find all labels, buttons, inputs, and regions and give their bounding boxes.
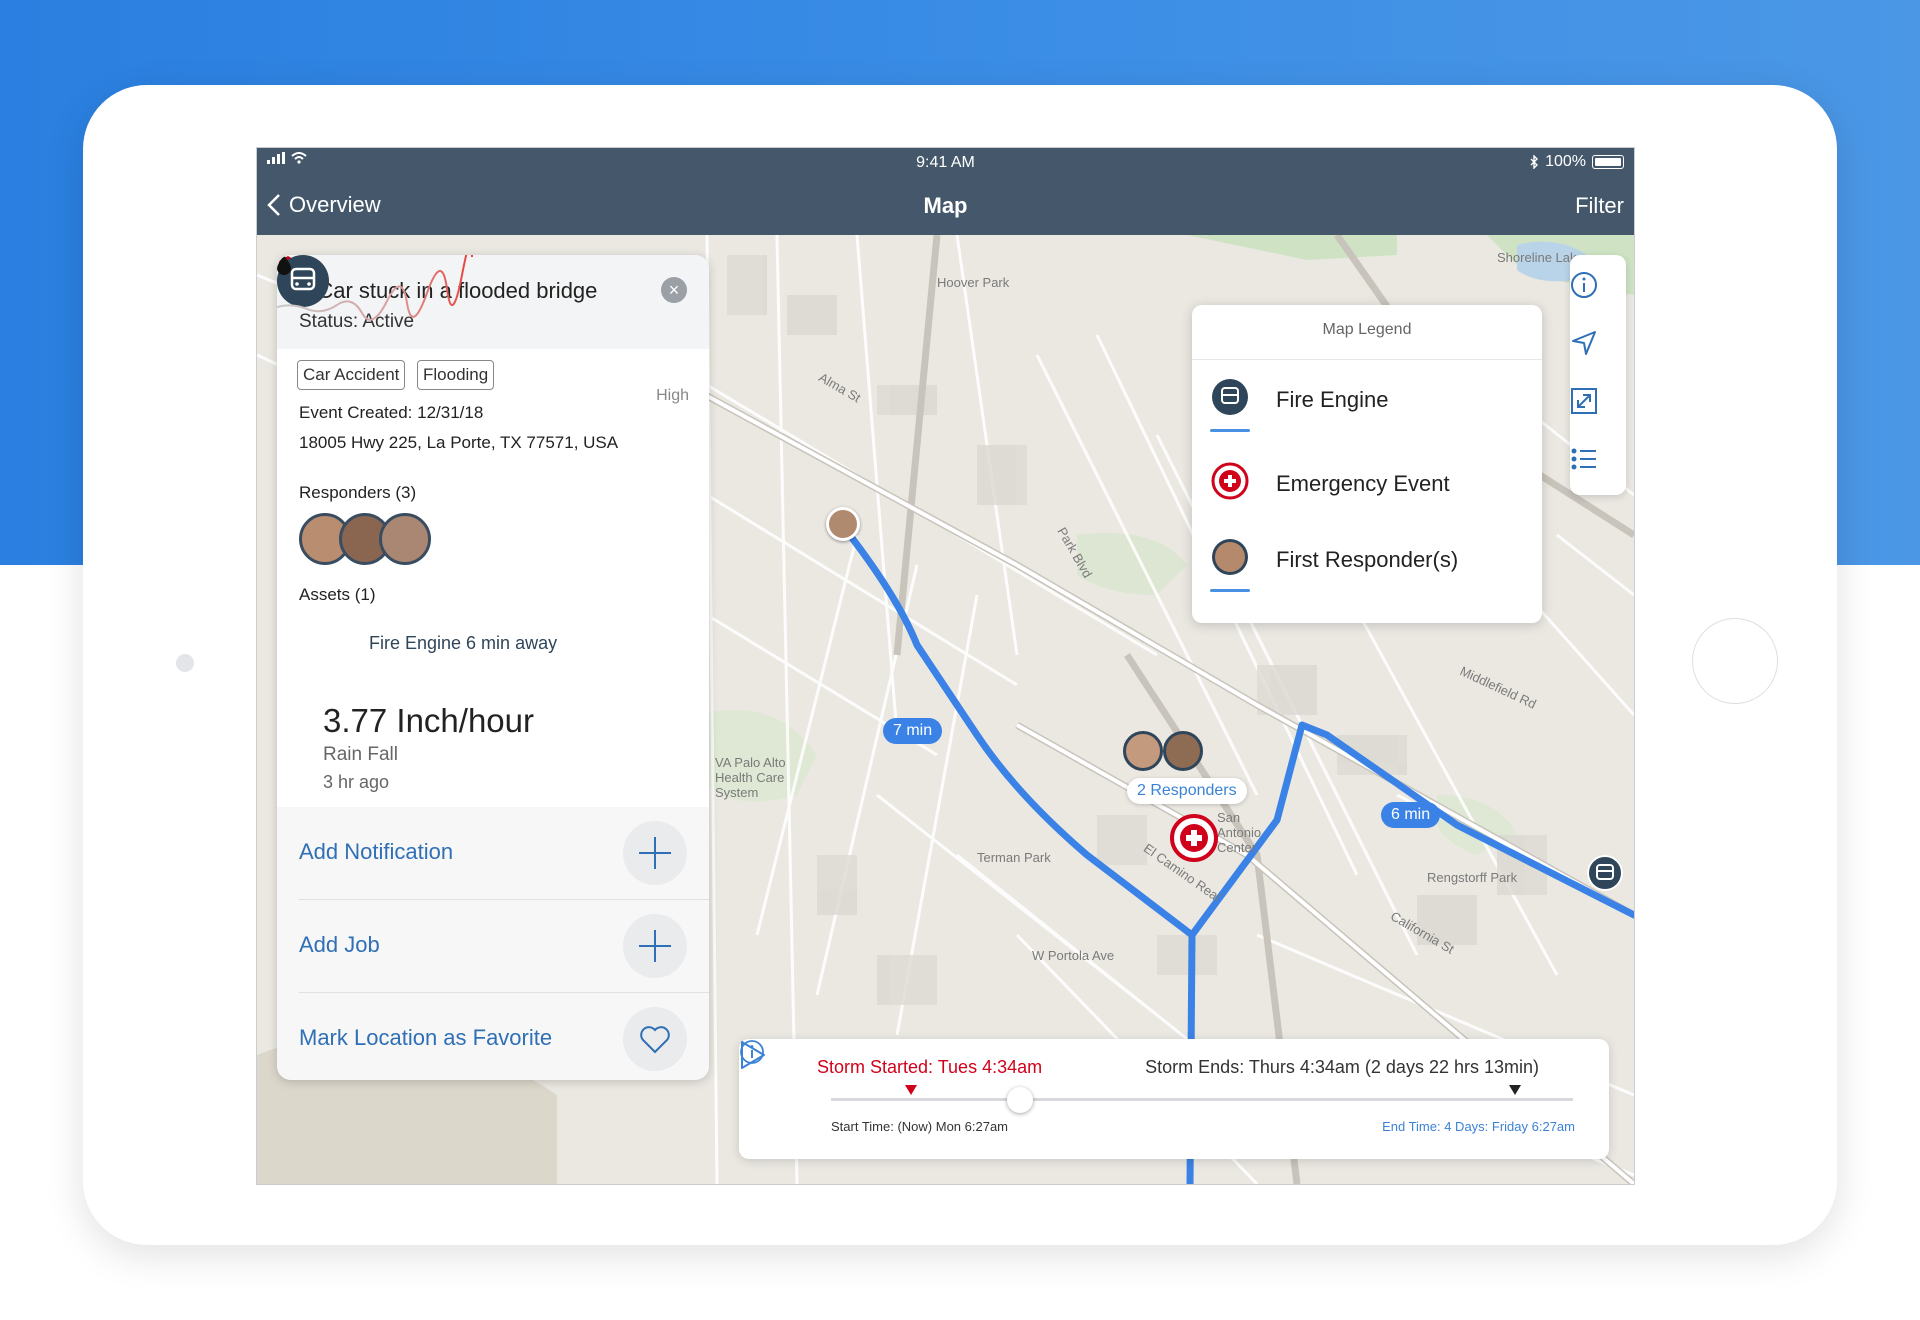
storm-timeline: Storm Started: Tues 4:34am Storm Ends: T… [739, 1039, 1609, 1159]
favorite-button[interactable] [623, 1007, 687, 1071]
rainfall-sparkline [277, 255, 473, 321]
tag-flooding: Flooding [417, 360, 495, 390]
legend-label: Emergency Event [1276, 471, 1450, 496]
map-view[interactable]: Hoover Park VA Palo Alto Health Care Sys… [257, 235, 1634, 1184]
fire-engine-pin[interactable] [1587, 855, 1623, 891]
tag-car-accident: Car Accident [297, 360, 406, 390]
legend-label: First Responder(s) [1276, 547, 1459, 572]
map-legend-popover: Map Legend Fire Engine Emergency Event F… [1192, 305, 1542, 623]
event-created: Event Created: 12/31/18 [299, 403, 484, 422]
legend-underline [1210, 429, 1250, 432]
clock: 9:41 AM [916, 154, 975, 171]
legend-item-fire-engine: Fire Engine [1210, 377, 1540, 437]
map-label: Terman Park [977, 850, 1051, 865]
battery-percent: 100% [1545, 153, 1586, 170]
storm-end-marker [1509, 1085, 1521, 1095]
home-button[interactable] [1692, 618, 1778, 704]
add-notification-button[interactable] [623, 821, 687, 885]
action-label: Mark Location as Favorite [299, 1025, 553, 1050]
add-job-row[interactable]: Add Job [299, 900, 687, 992]
responder-pin[interactable] [1123, 731, 1163, 771]
route-time-label: 6 min [1381, 802, 1441, 828]
rainfall-value: 3.77 Inch/hour [323, 702, 534, 739]
route-time-label: 7 min [883, 718, 943, 744]
status-right: 100% [1529, 153, 1624, 171]
legend-item-emergency-event: Emergency Event [1210, 461, 1540, 521]
legend-underline [1210, 589, 1250, 592]
event-address: 18005 Hwy 225, La Porte, TX 77571, USA [299, 433, 619, 452]
legend-title: Map Legend [1322, 321, 1412, 338]
plus-icon [639, 837, 671, 869]
battery-icon [1592, 155, 1624, 169]
responders-label: Responders (3) [299, 483, 417, 502]
map-label: W Portola Ave [1032, 948, 1115, 963]
page-title: Map [923, 193, 968, 218]
storm-end-label: Storm Ends: Thurs 4:34am (2 days 22 hrs … [1145, 1057, 1539, 1077]
legend-list-icon[interactable] [1570, 445, 1598, 473]
responder-pin[interactable] [1163, 731, 1203, 771]
divider [1192, 359, 1542, 360]
status-bar: 9:41 AM 100% [257, 148, 1634, 178]
assets-label: Assets (1) [299, 585, 376, 604]
front-camera [176, 654, 194, 672]
responder-pin[interactable] [826, 507, 860, 541]
plus-icon [639, 930, 671, 962]
map-label: Rengstorff Park [1427, 870, 1518, 885]
filter-button[interactable]: Filter [1575, 193, 1624, 219]
action-list: Add Notification Add Job Mark Location a… [277, 807, 709, 1080]
timeline-scrubber[interactable] [1007, 1087, 1033, 1113]
navigation-bar: Overview Map Filter [257, 178, 1634, 235]
action-label: Add Job [299, 932, 380, 957]
rainfall-updated: 3 hr ago [323, 772, 390, 792]
map-toolbar [1570, 255, 1626, 495]
priority-label: High [656, 387, 689, 404]
first-responder-icon [1212, 539, 1248, 575]
asset-status: Fire Engine 6 min away [369, 633, 558, 653]
action-label: Add Notification [299, 839, 454, 864]
app-screen: 9:41 AM 100% Overview Map Filter Hoover … [256, 147, 1635, 1185]
end-time-label: End Time: 4 Days: Friday 6:27am [1382, 1119, 1575, 1134]
avatar[interactable] [379, 513, 431, 565]
favorite-row[interactable]: Mark Location as Favorite [299, 993, 687, 1080]
location-arrow-icon[interactable] [1570, 329, 1598, 357]
emergency-event-pin[interactable] [1169, 813, 1219, 869]
timeline-track[interactable] [831, 1098, 1573, 1101]
legend-item-first-responder: First Responder(s) [1210, 537, 1540, 597]
close-icon[interactable]: × [661, 277, 687, 303]
info-icon[interactable] [1570, 271, 1598, 299]
add-notification-row[interactable]: Add Notification [299, 807, 687, 899]
storm-start-label: Storm Started: Tues 4:34am [817, 1057, 1043, 1077]
expand-icon[interactable] [1570, 387, 1598, 415]
add-job-button[interactable] [623, 914, 687, 978]
map-label: San Antonio Center [1217, 810, 1262, 855]
responders-badge[interactable]: 2 Responders [1127, 778, 1247, 804]
start-time-label: Start Time: (Now) Mon 6:27am [831, 1119, 1008, 1134]
info-icon[interactable] [739, 1039, 765, 1065]
fire-engine-icon [1212, 379, 1248, 415]
heart-icon [640, 1026, 670, 1054]
emergency-event-icon [1211, 462, 1249, 500]
legend-label: Fire Engine [1276, 387, 1389, 412]
map-label: Hoover Park [937, 275, 1010, 290]
event-detail-card: 1 Car stuck in a flooded bridge Status: … [277, 255, 709, 1080]
map-label: VA Palo Alto Health Care System [715, 755, 786, 800]
bluetooth-icon [1530, 155, 1539, 169]
rainfall-label: Rain Fall [323, 744, 398, 765]
storm-start-marker [905, 1085, 917, 1095]
